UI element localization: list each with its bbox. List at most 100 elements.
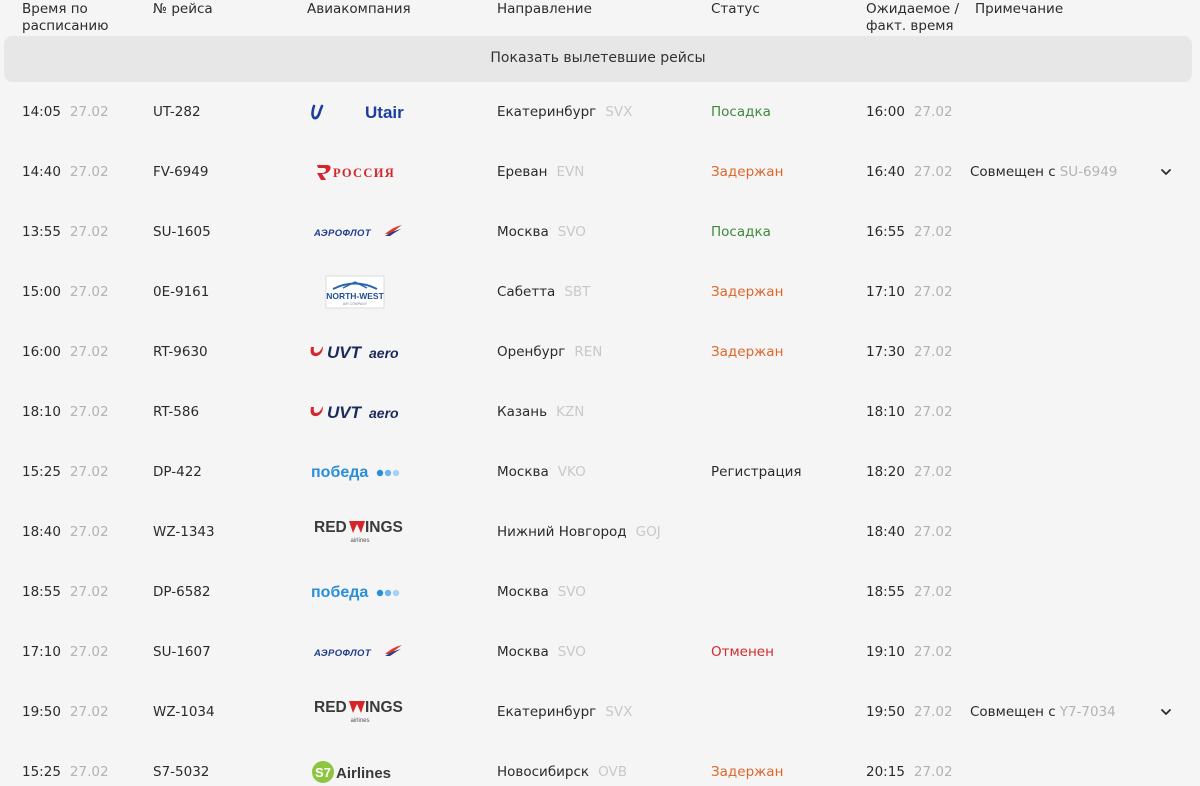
flight-status: Посадка [711, 104, 771, 120]
flight-status: Задержан [711, 164, 784, 180]
pobeda-logo: победа [311, 584, 400, 601]
note-text: Совмещен с [970, 704, 1056, 720]
actual-time-value: 20:15 [866, 764, 905, 780]
destination-code: SVO [557, 644, 586, 660]
uvt-aero-logo: UVT aero [310, 403, 399, 422]
scheduled-time-value: 17:10 [22, 644, 61, 660]
scheduled-date: 27.02 [69, 224, 109, 240]
destination-code: SBT [564, 284, 591, 300]
destination-city: Москва [497, 464, 549, 480]
table-row[interactable]: 13:55 27.02 SU-1605 АЭРОФЛОТ Москва SVO Посадк… [0, 202, 1200, 262]
destination-code: OVB [598, 764, 627, 780]
actual-date: 27.02 [913, 524, 953, 540]
svg-text:победа: победа [311, 584, 368, 601]
actual-time: 18:10 27.02 [866, 382, 953, 442]
svg-text:aero: aero [369, 345, 399, 361]
scheduled-time-value: 15:25 [22, 764, 61, 780]
actual-time: 19:10 27.02 [866, 622, 953, 682]
scheduled-time: 16:00 27.02 [22, 322, 109, 382]
table-row[interactable]: 14:40 27.02 FV-6949 РОССИЯ Ереван EVN Задержан… [0, 142, 1200, 202]
destination-city: Оренбург [497, 344, 566, 360]
table-row[interactable]: 18:55 27.02 DP-6582 победа Москва SVO 18:55 27.… [0, 562, 1200, 622]
scheduled-time: 18:55 27.02 [22, 562, 109, 622]
svg-text:S7: S7 [315, 765, 331, 780]
scheduled-time: 13:55 27.02 [22, 202, 109, 262]
show-departed-flights-button[interactable]: Показать вылетевшие рейсы [4, 36, 1192, 82]
actual-time: 16:40 27.02 [866, 142, 953, 202]
scheduled-date: 27.02 [69, 524, 109, 540]
actual-time-value: 17:30 [866, 344, 905, 360]
svg-text:победа: победа [311, 464, 368, 481]
table-row[interactable]: 14:05 27.02 UT-282 Utair Екатеринбург SVX Поса… [0, 82, 1200, 142]
actual-date: 27.02 [913, 764, 953, 780]
table-row[interactable]: 15:00 27.02 0E-9161 NORTH-WEST AIR COMPANY Са… [0, 262, 1200, 322]
destination-city: Казань [497, 404, 548, 420]
table-row[interactable]: 15:25 27.02 S7-5032 S7 Airlines Новосибирск OV… [0, 742, 1200, 786]
actual-time-value: 16:00 [866, 104, 905, 120]
actual-date: 27.02 [913, 344, 953, 360]
scheduled-date: 27.02 [69, 284, 109, 300]
scheduled-time-value: 19:50 [22, 704, 61, 720]
scheduled-date: 27.02 [69, 104, 109, 120]
aeroflot-logo: АЭРОФЛОТ [313, 225, 402, 239]
chevron-down-icon[interactable] [1158, 164, 1174, 180]
actual-date: 27.02 [913, 584, 953, 600]
scheduled-time: 14:05 27.02 [22, 82, 109, 142]
actual-time: 19:50 27.02 [866, 682, 953, 742]
table-row[interactable]: 18:40 27.02 WZ-1343 RED INGS airlines Нижний Н… [0, 502, 1200, 562]
airline-logo: S7 Airlines [300, 742, 410, 786]
table-row[interactable]: 18:10 27.02 RT-586 UVT aero Казань KZN 18:10 27.… [0, 382, 1200, 442]
destination-city: Сабетта [497, 284, 556, 300]
svg-text:АЭРОФЛОТ: АЭРОФЛОТ [313, 228, 372, 239]
scheduled-time: 18:40 27.02 [22, 502, 109, 562]
destination-code: SVO [557, 224, 586, 240]
destination-city: Ереван [497, 164, 548, 180]
header-scheduled-line2: расписанию [22, 18, 109, 34]
flight-status: Отменен [711, 644, 774, 660]
header-airline: Авиакомпания [307, 1, 411, 17]
table-row[interactable]: 16:00 27.02 RT-9630 UVT aero Оренбург REN Задер… [0, 322, 1200, 382]
actual-date: 27.02 [913, 224, 953, 240]
svg-text:Utair: Utair [365, 103, 404, 122]
chevron-down-icon[interactable] [1158, 704, 1174, 720]
s7-airlines-logo: S7 Airlines [312, 761, 391, 783]
actual-date: 27.02 [913, 404, 953, 420]
actual-date: 27.02 [913, 104, 953, 120]
scheduled-date: 27.02 [69, 164, 109, 180]
svg-text:NORTH-WEST: NORTH-WEST [326, 291, 384, 301]
svg-text:RED: RED [314, 699, 347, 716]
header-destination: Направление [497, 1, 592, 17]
svg-text:INGS: INGS [365, 699, 403, 716]
actual-time: 18:20 27.02 [866, 442, 953, 502]
table-row[interactable]: 15:25 27.02 DP-422 победа Москва VKO Регистрац… [0, 442, 1200, 502]
svg-text:INGS: INGS [365, 519, 403, 536]
svg-text:RED: RED [314, 519, 347, 536]
scheduled-time-value: 14:40 [22, 164, 61, 180]
scheduled-date: 27.02 [69, 584, 109, 600]
destination: Ереван EVN [497, 142, 584, 202]
red-wings-logo: RED INGS airlines [314, 699, 403, 724]
actual-time-value: 19:50 [866, 704, 905, 720]
actual-time: 17:30 27.02 [866, 322, 953, 382]
destination: Новосибирск OVB [497, 742, 627, 786]
actual-time: 20:15 27.02 [866, 742, 953, 786]
airline-logo: RED INGS airlines [300, 682, 410, 742]
actual-time: 18:55 27.02 [866, 562, 953, 622]
scheduled-time-value: 14:05 [22, 104, 61, 120]
destination: Москва VKO [497, 442, 586, 502]
flight-number: DP-6582 [153, 584, 211, 600]
red-wings-logo: RED INGS airlines [314, 519, 403, 544]
header-scheduled-time: Время по расписанию [22, 1, 109, 35]
svg-text:UVT: UVT [327, 403, 363, 422]
destination-city: Москва [497, 224, 549, 240]
airline-logo: Utair [300, 82, 410, 142]
note-code: SU-6949 [1059, 164, 1118, 180]
scheduled-time-value: 18:55 [22, 584, 61, 600]
svg-text:aero: aero [369, 405, 399, 421]
destination: Москва SVO [497, 202, 586, 262]
table-row[interactable]: 17:10 27.02 SU-1607 АЭРОФЛОТ Москва SVO Отмене… [0, 622, 1200, 682]
table-row[interactable]: 19:50 27.02 WZ-1034 RED INGS airlines Екатерин… [0, 682, 1200, 742]
utair-logo: Utair [311, 103, 404, 122]
actual-time: 18:40 27.02 [866, 502, 953, 562]
flight-status: Посадка [711, 224, 771, 240]
